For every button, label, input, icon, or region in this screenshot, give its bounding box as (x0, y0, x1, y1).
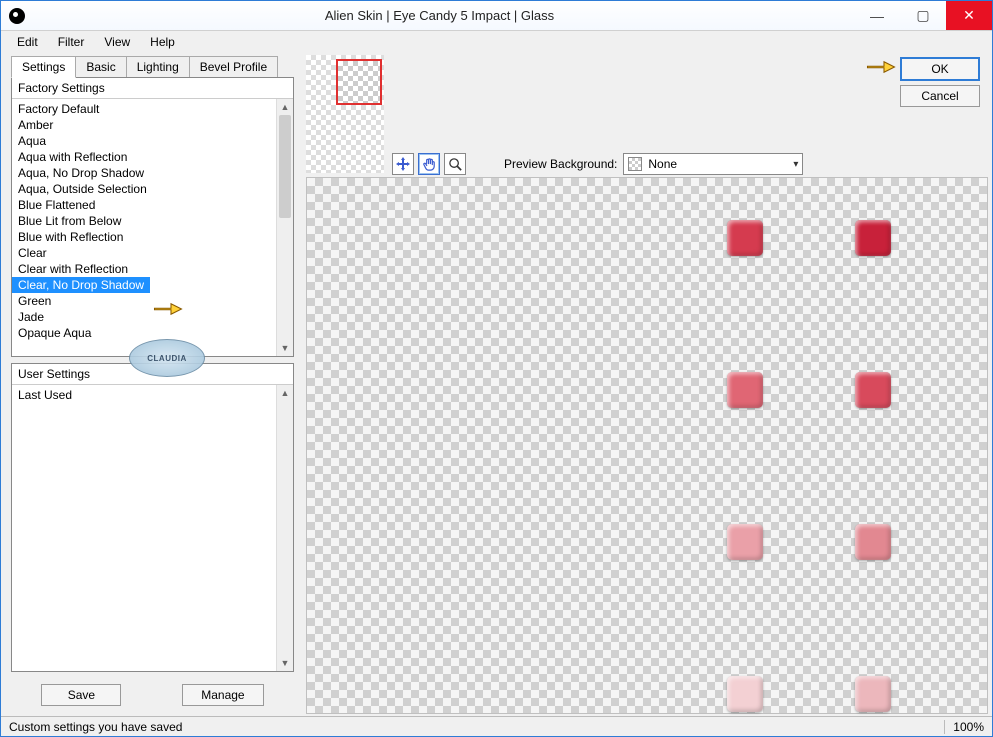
chevron-down-icon: ▾ (793, 159, 798, 170)
hand-tool-icon[interactable] (418, 153, 440, 175)
list-item[interactable]: Aqua (12, 133, 276, 149)
transparency-swatch-icon (628, 157, 642, 171)
factory-scrollbar[interactable]: ▲ ▼ (276, 99, 293, 356)
tab-basic[interactable]: Basic (75, 56, 126, 78)
tab-strip: SettingsBasicLightingBevel Profile (1, 55, 304, 77)
move-tool-icon[interactable] (392, 153, 414, 175)
pointer-hand-annotation-ok (866, 57, 896, 77)
preview-object (727, 220, 763, 256)
navigator-viewport[interactable] (336, 59, 382, 105)
minimize-button[interactable]: — (854, 1, 900, 30)
left-panel: SettingsBasicLightingBevel Profile Facto… (1, 53, 304, 716)
list-item[interactable]: Blue with Reflection (12, 229, 276, 245)
titlebar: Alien Skin | Eye Candy 5 Impact | Glass … (1, 1, 992, 31)
list-item[interactable]: Jade (12, 309, 276, 325)
scroll-up-icon[interactable]: ▲ (277, 99, 293, 115)
preview-background-value: None (648, 157, 677, 171)
preview-object (727, 676, 763, 712)
navigator-thumbnail[interactable] (306, 55, 384, 173)
list-item[interactable]: Amber (12, 117, 276, 133)
list-item[interactable]: Green (12, 293, 276, 309)
preview-canvas[interactable] (306, 177, 988, 714)
scroll-down-icon[interactable]: ▼ (277, 340, 293, 356)
preview-object (855, 676, 891, 712)
preview-background-select[interactable]: None ▾ (623, 153, 803, 175)
save-button[interactable]: Save (41, 684, 121, 706)
window-controls: — ▢ ✕ (854, 1, 992, 30)
list-item[interactable]: Aqua with Reflection (12, 149, 276, 165)
statusbar: Custom settings you have saved 100% (1, 716, 992, 736)
preview-controls: Preview Background: None ▾ OK Cancel (304, 53, 992, 175)
app-window: Alien Skin | Eye Candy 5 Impact | Glass … (0, 0, 993, 737)
list-item[interactable]: Last Used (12, 387, 276, 403)
preview-object (855, 220, 891, 256)
scroll-down-icon[interactable]: ▼ (277, 655, 293, 671)
window-title: Alien Skin | Eye Candy 5 Impact | Glass (25, 8, 854, 23)
zoom-tool-icon[interactable] (444, 153, 466, 175)
maximize-button[interactable]: ▢ (900, 1, 946, 30)
manage-button[interactable]: Manage (182, 684, 263, 706)
canvas-tool-icons (392, 153, 466, 175)
user-list-body[interactable]: Last Used ▲ ▼ (12, 385, 293, 671)
ok-button[interactable]: OK (900, 57, 980, 81)
tab-lighting[interactable]: Lighting (126, 56, 190, 78)
tab-settings[interactable]: Settings (11, 56, 76, 78)
tab-bevel-profile[interactable]: Bevel Profile (189, 56, 278, 78)
menu-view[interactable]: View (96, 33, 138, 51)
app-icon (9, 8, 25, 24)
preview-object (727, 524, 763, 560)
list-item[interactable]: Clear with Reflection (12, 261, 276, 277)
preview-background-row: Preview Background: None ▾ (504, 153, 803, 175)
preview-object (855, 524, 891, 560)
zoom-level: 100% (944, 720, 984, 734)
list-item[interactable]: Aqua, No Drop Shadow (12, 165, 276, 181)
user-scrollbar[interactable]: ▲ ▼ (276, 385, 293, 671)
preview-object (855, 372, 891, 408)
dialog-buttons: OK Cancel (900, 57, 980, 107)
list-item[interactable]: Clear (12, 245, 276, 261)
menu-filter[interactable]: Filter (50, 33, 93, 51)
menu-help[interactable]: Help (142, 33, 183, 51)
factory-list-body[interactable]: Factory DefaultAmberAquaAqua with Reflec… (12, 99, 293, 356)
factory-settings-list: Factory Settings Factory DefaultAmberAqu… (11, 77, 294, 357)
right-panel: Preview Background: None ▾ OK Cancel (304, 53, 992, 716)
user-settings-list: User Settings Last Used ▲ ▼ (11, 363, 294, 672)
list-item[interactable]: Aqua, Outside Selection (12, 181, 276, 197)
factory-header: Factory Settings (12, 78, 293, 99)
scroll-up-icon[interactable]: ▲ (277, 385, 293, 401)
cancel-button[interactable]: Cancel (900, 85, 980, 107)
status-text: Custom settings you have saved (9, 720, 182, 734)
menubar: EditFilterViewHelp (1, 31, 992, 53)
user-header: User Settings (12, 364, 293, 385)
list-item[interactable]: Opaque Aqua (12, 325, 276, 341)
close-button[interactable]: ✕ (946, 1, 992, 30)
settings-button-row: Save Manage (1, 678, 304, 708)
list-item[interactable]: Blue Flattened (12, 197, 276, 213)
scroll-thumb[interactable] (279, 115, 291, 218)
list-item[interactable]: Factory Default (12, 101, 276, 117)
preview-background-label: Preview Background: (504, 157, 617, 171)
list-item[interactable]: Blue Lit from Below (12, 213, 276, 229)
content-area: SettingsBasicLightingBevel Profile Facto… (1, 53, 992, 716)
menu-edit[interactable]: Edit (9, 33, 46, 51)
list-item[interactable]: Clear, No Drop Shadow (12, 277, 150, 293)
preview-object (727, 372, 763, 408)
